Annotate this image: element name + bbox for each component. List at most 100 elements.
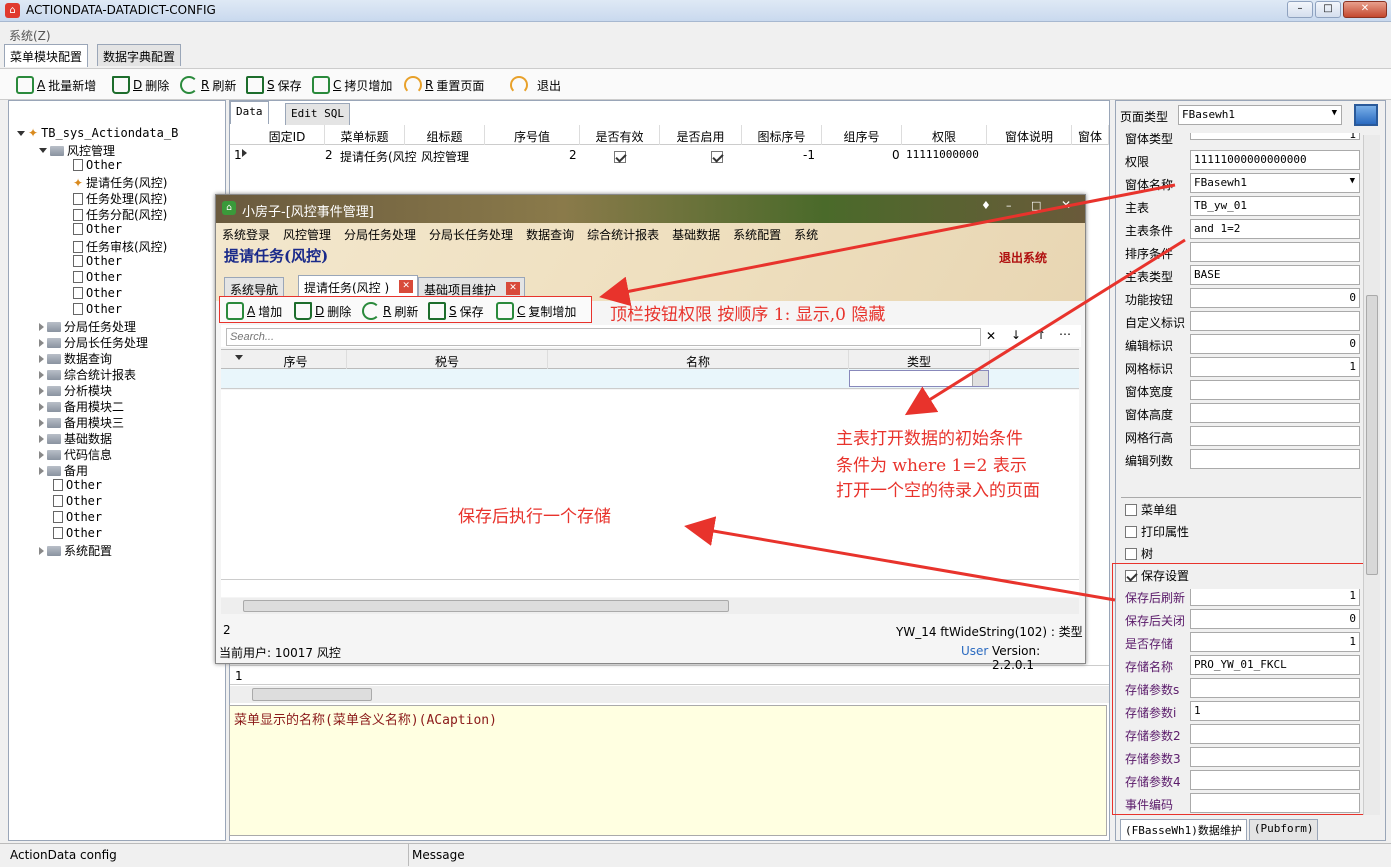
- tree-node[interactable]: 综合统计报表: [39, 366, 136, 383]
- tree-leaf[interactable]: Other: [73, 302, 122, 316]
- vertical-scrollbar[interactable]: [1363, 135, 1380, 815]
- lower-grid-row[interactable]: 1: [230, 665, 1109, 685]
- sort-field[interactable]: [1190, 242, 1360, 262]
- chevron-down-icon[interactable]: [972, 371, 988, 386]
- type-dropdown[interactable]: [849, 370, 989, 387]
- col-header[interactable]: 税号: [347, 350, 548, 370]
- tree-leaf[interactable]: Other: [53, 510, 102, 524]
- preview-menu-item[interactable]: 综合统计报表: [587, 226, 659, 243]
- form-type-field[interactable]: 1: [1190, 133, 1360, 140]
- col-header[interactable]: 菜单标题: [325, 125, 405, 145]
- page-type-select[interactable]: FBasewh1 ▼: [1178, 105, 1342, 125]
- maximize-button[interactable]: □: [1315, 1, 1341, 18]
- tree-node[interactable]: 数据查询: [39, 350, 112, 367]
- table-field[interactable]: TB_yw_01: [1190, 196, 1360, 216]
- col-header[interactable]: 名称: [548, 350, 849, 370]
- tab-pubform[interactable]: (Pubform): [1248, 819, 1319, 841]
- add-button[interactable]: A 增加: [226, 299, 282, 323]
- col-header[interactable]: 组序号: [822, 125, 902, 145]
- table-type-field[interactable]: BASE: [1190, 265, 1360, 285]
- col-header[interactable]: 固定ID: [250, 125, 325, 145]
- tab-menu-config[interactable]: 菜单模块配置: [4, 44, 89, 67]
- tree-leaf[interactable]: 任务分配(风控): [73, 206, 167, 223]
- search-input[interactable]: [226, 328, 981, 346]
- grid-flag-field[interactable]: 1: [1190, 357, 1360, 377]
- preview-menu-item[interactable]: 系统: [794, 226, 818, 243]
- refresh-button[interactable]: R 刷新: [362, 299, 418, 323]
- col-header[interactable]: 是否有效: [580, 125, 660, 145]
- tab-dict-config[interactable]: 数据字典配置: [97, 44, 182, 66]
- more-icon[interactable]: ⋯: [1059, 327, 1071, 341]
- scroll-thumb[interactable]: [243, 600, 729, 612]
- enabled-checkbox[interactable]: [710, 150, 723, 163]
- tree-node[interactable]: 分析模块: [39, 382, 112, 399]
- menu-group-checkbox[interactable]: 菜单组: [1125, 501, 1177, 518]
- delete-button[interactable]: D 删除: [294, 299, 351, 323]
- col-header[interactable]: 序号值: [485, 125, 580, 145]
- description-memo[interactable]: 菜单显示的名称(菜单含义名称)(ACaption): [229, 705, 1107, 836]
- minimize-button[interactable]: –: [1287, 1, 1313, 18]
- form-height-field[interactable]: [1190, 403, 1360, 423]
- tree-node[interactable]: 基础数据: [39, 430, 112, 447]
- preview-menu-item[interactable]: 系统配置: [733, 226, 781, 243]
- horizontal-scrollbar[interactable]: [230, 686, 1109, 703]
- minimize-icon[interactable]: –: [1006, 199, 1012, 212]
- tree-leaf[interactable]: Other: [73, 158, 122, 172]
- tree-node[interactable]: 备用模块三: [39, 414, 124, 431]
- exit-button[interactable]: 退出: [510, 73, 561, 97]
- reset-page-button[interactable]: R 重置页面: [404, 73, 484, 97]
- preview-menu-item[interactable]: 数据查询: [526, 226, 574, 243]
- perm-field[interactable]: 11111000000000000: [1190, 150, 1360, 170]
- condition-field[interactable]: and 1=2: [1190, 219, 1360, 239]
- print-checkbox[interactable]: 打印属性: [1125, 523, 1189, 540]
- tree-leaf[interactable]: 任务审核(风控): [73, 238, 167, 255]
- tree-leaf[interactable]: Other: [53, 526, 102, 540]
- arrow-down-icon[interactable]: ↓: [1011, 328, 1021, 342]
- tree-node[interactable]: 代码信息: [39, 446, 112, 463]
- tree-leaf-selected[interactable]: ✦ 提请任务(风控): [73, 174, 167, 191]
- tree-node[interactable]: 备用模块二: [39, 398, 124, 415]
- close-tab-icon[interactable]: ✕: [399, 280, 414, 293]
- arrow-up-icon[interactable]: ↑: [1036, 328, 1046, 342]
- close-button[interactable]: ✕: [1343, 1, 1387, 18]
- preview-menu-item[interactable]: 分局长任务处理: [429, 226, 513, 243]
- edit-flag-field[interactable]: 0: [1190, 334, 1360, 354]
- func-button-field[interactable]: 0: [1190, 288, 1360, 308]
- tree-leaf[interactable]: Other: [73, 254, 122, 268]
- menu-system[interactable]: 系统(Z): [9, 27, 51, 44]
- preview-menu-item[interactable]: 基础数据: [672, 226, 720, 243]
- maximize-icon[interactable]: □: [1031, 199, 1041, 212]
- preview-new-row[interactable]: [221, 369, 1079, 389]
- form-width-field[interactable]: [1190, 380, 1360, 400]
- tree-checkbox[interactable]: 树: [1125, 545, 1153, 562]
- copy-add-button[interactable]: C 复制增加: [496, 299, 576, 323]
- form-name-select[interactable]: FBasewh1 ▼: [1190, 173, 1360, 193]
- copy-add-button[interactable]: C 拷贝增加: [312, 73, 392, 97]
- edit-cols-field[interactable]: [1190, 449, 1360, 469]
- tree-leaf[interactable]: Other: [73, 222, 122, 236]
- tree-node-risk[interactable]: 风控管理: [39, 142, 115, 159]
- preview-menu-item[interactable]: 系统登录: [222, 226, 270, 243]
- col-header[interactable]: 类型: [849, 350, 990, 370]
- tree-leaf[interactable]: Other: [73, 286, 122, 300]
- tree-node[interactable]: 系统配置: [39, 542, 112, 559]
- scroll-thumb[interactable]: [252, 688, 372, 701]
- col-header[interactable]: 窗体说明: [987, 125, 1072, 145]
- table-row[interactable]: 1 2 提请任务(风控 风控管理 2 -1 0 11111000000: [230, 145, 1109, 165]
- col-header[interactable]: 窗体: [1072, 125, 1109, 145]
- close-icon[interactable]: ✕: [1061, 198, 1071, 212]
- close-tab-icon[interactable]: ✕: [506, 282, 521, 295]
- preview-menu-item[interactable]: 风控管理: [283, 226, 331, 243]
- tab-data-maint[interactable]: (FBasseWh1)数据维护: [1120, 819, 1247, 841]
- save-button[interactable]: S 保存: [428, 299, 484, 323]
- tab-edit-sql[interactable]: Edit SQL: [285, 103, 350, 125]
- delete-button[interactable]: D 删除: [112, 73, 169, 97]
- shirt-icon[interactable]: ♦: [981, 199, 991, 212]
- logout-link[interactable]: 退出系统: [999, 249, 1047, 266]
- tree-root[interactable]: ✦ TB_sys_Actiondata_B: [17, 126, 178, 140]
- tree-node[interactable]: 分局任务处理: [39, 318, 136, 335]
- col-header[interactable]: 是否启用: [660, 125, 742, 145]
- col-header[interactable]: 权限: [902, 125, 987, 145]
- col-header[interactable]: 图标序号: [742, 125, 822, 145]
- batch-add-button[interactable]: A 批量新增: [16, 73, 96, 97]
